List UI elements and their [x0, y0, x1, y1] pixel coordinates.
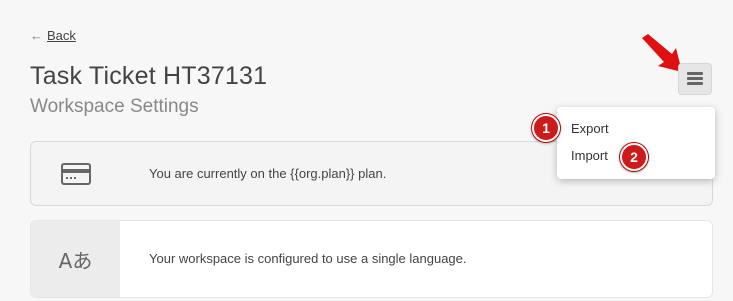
menu-button[interactable] — [678, 63, 712, 95]
back-link-label[interactable]: Back — [47, 28, 76, 43]
menu-item-export[interactable]: Export — [571, 121, 609, 136]
hamburger-icon — [687, 72, 703, 86]
back-arrow-icon: ← — [30, 28, 43, 43]
step-badge-1: 1 — [532, 114, 560, 142]
language-icon: Aあ — [58, 248, 93, 273]
credit-card-icon — [60, 162, 91, 185]
page-title: Task Ticket HT37131 — [30, 62, 268, 90]
menu-item-import[interactable]: Import — [571, 148, 608, 163]
language-icon-cell: Aあ — [31, 221, 120, 297]
page-subtitle: Workspace Settings — [30, 96, 199, 117]
plan-text: You are currently on the {{org.plan}} pl… — [149, 166, 387, 181]
language-text: Your workspace is configured to use a si… — [149, 251, 467, 266]
back-link[interactable]: ← Back — [30, 28, 76, 43]
language-card: Aあ Your workspace is configured to use a… — [30, 220, 713, 298]
credit-card-icon-cell — [31, 142, 120, 205]
step-badge-2: 2 — [620, 143, 648, 171]
